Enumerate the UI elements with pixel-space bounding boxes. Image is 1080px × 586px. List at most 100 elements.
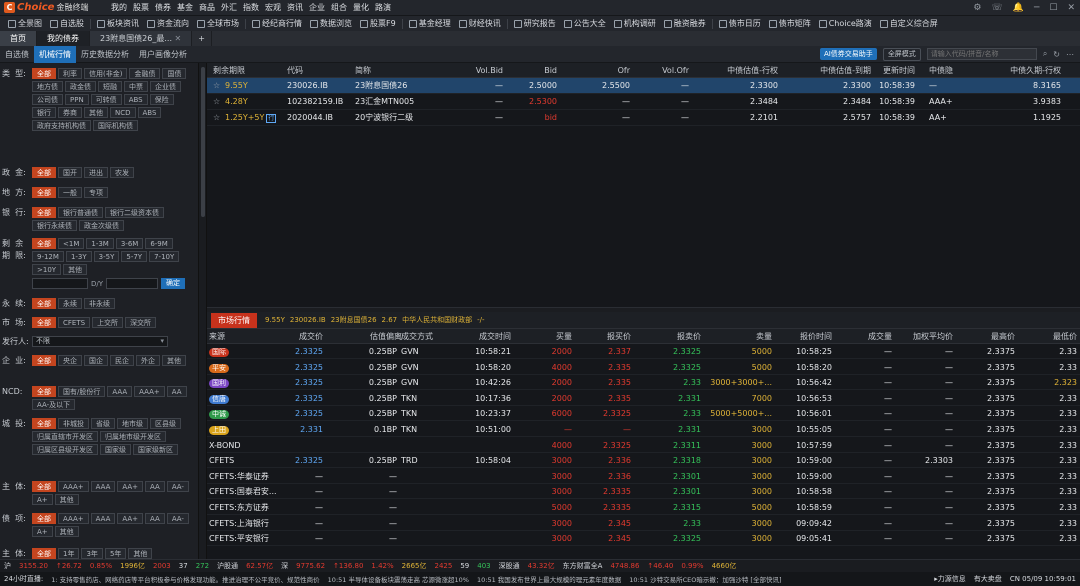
filter-chip-mat-1[interactable]: 1年: [58, 548, 80, 559]
lower-col-header-8[interactable]: 卖量: [756, 329, 772, 344]
lower-col-header-9[interactable]: 报价时间: [800, 329, 832, 344]
toolbar-item-10[interactable]: 研究报告: [510, 16, 560, 31]
filter-chip-city-3[interactable]: 地市级: [117, 418, 148, 429]
menu-item-11[interactable]: 量化: [350, 0, 372, 16]
quote-row[interactable]: 上田 2.331 0.1BP TKN 10:51:00 — — 2.331 3000 10:55:…: [207, 422, 1080, 437]
filter-chip-ncd-5[interactable]: AA-及以下: [32, 399, 76, 410]
subtab-machine-quotes[interactable]: 机械行情: [34, 45, 76, 63]
filter-chip-policy-1[interactable]: 国开: [58, 167, 82, 178]
watchlist-row[interactable]: ☆ 4.28Y 102382159.IB 23汇金MTN005 — 2.5300 — — 2.3…: [207, 94, 1080, 110]
watchlist-row[interactable]: ☆ 1.25Y+5Y 行 2020044.IB 20宁波银行二级 — bid — — 2.2101…: [207, 110, 1080, 126]
toolbar-item-2[interactable]: 板块资讯: [93, 16, 143, 31]
menu-item-4[interactable]: 商品: [196, 0, 218, 16]
minimize-button[interactable]: ─: [1029, 0, 1044, 16]
toolbar-item-16[interactable]: Choice路演: [815, 16, 876, 31]
filter-chip-type-16[interactable]: 券商: [58, 107, 82, 118]
refresh-icon[interactable]: ↻: [1053, 50, 1060, 59]
lower-col-header-4[interactable]: 成交时间: [479, 329, 511, 344]
col-header-9[interactable]: 更新时间: [883, 63, 915, 78]
filter-chip-corp-3[interactable]: 民企: [110, 355, 134, 366]
toolbar-item-11[interactable]: 公告大全: [560, 16, 610, 31]
filter-chip-term-5[interactable]: 9-12M: [32, 251, 64, 262]
add-tab-button[interactable]: +: [192, 31, 212, 46]
col-header-11[interactable]: 中债久期-行权: [1010, 63, 1061, 78]
toolbar-item-13[interactable]: 融资融券: [660, 16, 710, 31]
filter-chip-subj-5[interactable]: AA-: [166, 481, 189, 492]
filter-chip-type-13[interactable]: ABS: [123, 94, 148, 105]
filter-chip-subj-7[interactable]: 其他: [54, 494, 79, 505]
lower-col-header-10[interactable]: 成交量: [868, 329, 892, 344]
filter-chip-mat-2[interactable]: 3年: [81, 548, 103, 559]
star-icon[interactable]: ☆: [213, 94, 220, 110]
filter-chip-type-18[interactable]: NCD: [110, 107, 136, 118]
filter-chip-policy-3[interactable]: 农发: [110, 167, 134, 178]
menu-item-3[interactable]: 基金: [174, 0, 196, 16]
lower-col-header-7[interactable]: 报卖价: [677, 329, 701, 344]
filter-chip-ncd-4[interactable]: AA: [166, 386, 187, 397]
filter-chip-mat-0[interactable]: 全部: [32, 548, 56, 559]
menu-item-6[interactable]: 指数: [240, 0, 262, 16]
filter-chip-perp-0[interactable]: 全部: [32, 298, 56, 309]
filter-chip-policy-2[interactable]: 进出: [84, 167, 108, 178]
filter-chip-ncd-1[interactable]: 国有/股份行: [58, 386, 106, 397]
col-header-2[interactable]: 简称: [355, 63, 371, 78]
filter-chip-corp-5[interactable]: 其他: [162, 355, 186, 366]
tab-home[interactable]: 首页: [0, 31, 37, 46]
lower-col-header-0[interactable]: 来源: [209, 329, 225, 344]
search-icon[interactable]: ⌕: [1043, 49, 1047, 59]
filter-chip-bank-1[interactable]: 银行普通债: [58, 207, 103, 218]
toolbar-item-3[interactable]: 资金流向: [143, 16, 193, 31]
filter-chip-bank-3[interactable]: 银行永续债: [32, 220, 77, 231]
filter-chip-type-10[interactable]: 公司债: [32, 94, 63, 105]
filter-chip-city-9[interactable]: 国家级新区: [133, 444, 178, 455]
quote-row[interactable]: CFETS:国泰君安... — — 3000 2.3335 2.3301 3000 10:58…: [207, 484, 1080, 500]
toolbar-item-4[interactable]: 全球市场: [193, 16, 243, 31]
scrollbar-thumb[interactable]: [201, 67, 205, 217]
filter-chip-type-19[interactable]: ABS: [137, 107, 162, 118]
filter-chip-subj-1[interactable]: AAA+: [58, 481, 89, 492]
menu-item-10[interactable]: 组合: [328, 0, 350, 16]
toolbar-item-15[interactable]: 债市矩阵: [765, 16, 815, 31]
quote-row[interactable]: 国际 2.3325 0.25BP GVN 10:58:21 2000 2.337 2.3325…: [207, 344, 1080, 359]
col-header-3[interactable]: Vol.Bid: [476, 63, 503, 78]
close-icon[interactable]: ✕: [175, 34, 182, 43]
filter-chip-market-2[interactable]: 上交所: [92, 317, 124, 328]
menu-item-9[interactable]: 企业: [306, 0, 328, 16]
filter-chip-term-4[interactable]: 6-9M: [145, 238, 173, 249]
col-header-10[interactable]: 中债隐: [929, 63, 953, 78]
toolbar-item-1[interactable]: 自选股: [46, 16, 88, 31]
filter-chip-bond-1[interactable]: AAA+: [58, 513, 89, 524]
toolbar-item-12[interactable]: 机构调研: [610, 16, 660, 31]
filter-chip-type-5[interactable]: 地方债: [32, 81, 63, 92]
filter-chip-term-2[interactable]: 1-3M: [86, 238, 114, 249]
filter-chip-bond-6[interactable]: A+: [32, 526, 53, 537]
news-item-2[interactable]: 10:51 我国发布世界上最大规模的理元素年度数据: [477, 574, 621, 584]
toolbar-item-17[interactable]: 自定义综合屏: [876, 16, 942, 31]
filter-chip-type-1[interactable]: 利率: [58, 68, 82, 79]
notification-icon[interactable]: 🔔: [1008, 0, 1029, 16]
news-item-0[interactable]: 1: 支持零售药店、网络药店等平台积极参与价格发现功能。推进治理不公平竞价、规范…: [51, 574, 319, 584]
filter-chip-type-8[interactable]: 中票: [124, 81, 148, 92]
news-item-1[interactable]: 10:51 半导体设备板块震荡走高 芯源微涨超10%: [328, 574, 469, 584]
quote-row[interactable]: CFETS:上海银行 — — 3000 2.345 2.33 3000 09:09:42 — — 2…: [207, 516, 1080, 531]
menu-item-7[interactable]: 宏观: [262, 0, 284, 16]
filter-chip-bond-0[interactable]: 全部: [32, 513, 56, 524]
menu-item-8[interactable]: 资讯: [284, 0, 306, 16]
col-header-5[interactable]: Ofr: [618, 63, 630, 78]
filter-chip-bank-2[interactable]: 银行二级资本债: [105, 207, 164, 218]
filter-chip-type-0[interactable]: 全部: [32, 68, 56, 79]
close-button[interactable]: ✕: [1062, 0, 1080, 16]
maximize-button[interactable]: ☐: [1044, 0, 1062, 16]
filter-chip-perp-1[interactable]: 永续: [58, 298, 82, 309]
news-item-3[interactable]: 10:51 沙特交易所CEO暗示撤：加强沙特 [全部快讯]: [629, 574, 781, 584]
filter-chip-subj-3[interactable]: AA+: [117, 481, 144, 492]
filter-chip-subj-2[interactable]: AAA: [90, 481, 116, 492]
filter-chip-term-7[interactable]: 3-5Y: [93, 251, 120, 262]
filter-chip-market-3[interactable]: 深交所: [125, 317, 157, 328]
filter-scrollbar[interactable]: [199, 63, 207, 559]
filter-chip-term-8[interactable]: 5-7Y: [121, 251, 148, 262]
filter-chip-market-0[interactable]: 全部: [32, 317, 56, 328]
menu-item-2[interactable]: 债券: [152, 0, 174, 16]
lower-col-header-2[interactable]: 估值偏离: [370, 329, 402, 344]
subtab-user-profile[interactable]: 用户画像分析: [134, 46, 192, 63]
